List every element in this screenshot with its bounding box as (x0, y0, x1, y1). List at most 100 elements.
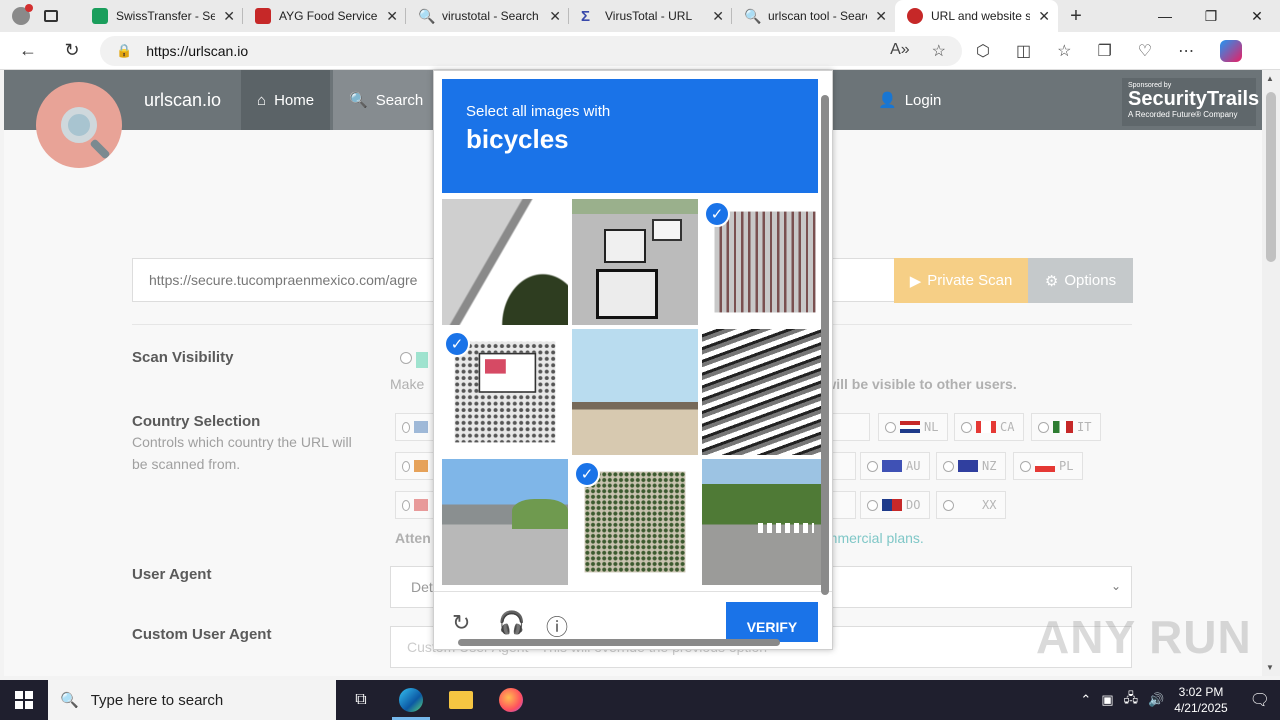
url-text[interactable]: https://urlscan.io (146, 43, 248, 59)
captcha-tile[interactable] (442, 459, 568, 585)
visibility-radio[interactable] (400, 351, 428, 369)
tab-urlscan[interactable]: URL and website sc ✕ (895, 0, 1058, 32)
headphones-icon[interactable]: 🎧 (498, 610, 525, 636)
options-button[interactable]: ⚙ Options (1028, 258, 1133, 303)
file-explorer-icon[interactable] (436, 680, 486, 720)
country-code: NZ (982, 459, 997, 473)
tab-urlscan-search[interactable]: 🔍 urlscan tool - Searc ✕ (732, 0, 895, 32)
favorite-star-icon[interactable]: ☆ (932, 41, 946, 61)
captcha-tile-selected[interactable] (584, 471, 686, 573)
captcha-tile[interactable] (442, 199, 568, 325)
captcha-tile[interactable] (702, 329, 828, 455)
checkmark-icon: ✓ (444, 331, 470, 357)
favorites-icon[interactable]: ☆ (1057, 41, 1071, 61)
url-bar[interactable]: 🔒 https://urlscan.io A» ☆ (100, 36, 962, 66)
country-option-ca[interactable]: CA (954, 413, 1024, 441)
captcha-grid: ✓ ✓ ✓ (442, 199, 828, 585)
close-icon[interactable]: ✕ (712, 8, 724, 25)
start-button[interactable] (0, 680, 48, 720)
country-option[interactable] (395, 491, 435, 519)
collections-icon[interactable]: ❐ (1097, 41, 1111, 61)
captcha-horizontal-scrollbar[interactable] (444, 637, 814, 647)
country-option-au[interactable]: AU (860, 452, 930, 480)
commercial-plans-link[interactable]: ommercial plans. (818, 530, 924, 546)
country-option-xx[interactable]: XX (936, 491, 1006, 519)
lock-icon[interactable]: 🔒 (116, 43, 132, 59)
scroll-thumb[interactable] (458, 639, 780, 646)
country-option-do[interactable]: DO (860, 491, 930, 519)
close-icon[interactable]: ✕ (549, 8, 561, 25)
options-label: Options (1064, 272, 1117, 289)
scroll-down-icon[interactable]: ▼ (1266, 663, 1274, 672)
notifications-icon[interactable]: 🗨 (1250, 690, 1270, 710)
verify-button[interactable]: VERIFY (726, 602, 818, 642)
close-window-button[interactable]: ✕ (1234, 0, 1280, 32)
scan-visibility-label: Scan Visibility (132, 349, 234, 366)
tab-actions-icon[interactable] (44, 10, 58, 22)
device-icon[interactable]: ▣ (1101, 692, 1113, 708)
securitytrails-sponsor-logo[interactable]: Sponsored by SecurityTrails A Recorded F… (1122, 78, 1259, 126)
captcha-tile-selected[interactable] (714, 211, 816, 313)
country-option-it[interactable]: IT (1031, 413, 1101, 441)
tab-bar-left (0, 0, 80, 32)
nav-login[interactable]: 👤 Login (862, 70, 957, 130)
page-scrollbar[interactable]: ▲ ▼ (1262, 70, 1280, 676)
close-icon[interactable]: ✕ (386, 8, 398, 25)
country-selection-label: Country Selection (132, 413, 261, 430)
private-scan-button[interactable]: ▶ Private Scan (894, 258, 1028, 303)
read-aloud-icon[interactable]: A» (890, 41, 910, 61)
captcha-tile[interactable] (572, 199, 698, 325)
captcha-scrollbar[interactable] (820, 75, 830, 635)
scroll-up-icon[interactable]: ▲ (1266, 74, 1274, 83)
chevron-up-icon[interactable]: ⌃ (1080, 692, 1091, 708)
task-view-icon[interactable]: ⧉ (336, 680, 386, 720)
swisstransfer-icon (92, 8, 108, 24)
refresh-icon[interactable]: ↻ (50, 40, 94, 61)
copilot-icon[interactable] (1220, 40, 1243, 62)
taskbar-search[interactable]: 🔍 Type here to search (48, 680, 336, 720)
network-icon[interactable]: 🖧 (1124, 689, 1139, 711)
tab-virustotal-search[interactable]: 🔍 virustotal - Search ✕ (406, 0, 569, 32)
custom-user-agent-label: Custom User Agent (132, 626, 272, 643)
tab-virustotal-url[interactable]: Σ VirusTotal - URL ✕ (569, 0, 732, 32)
country-option[interactable] (395, 413, 435, 441)
search-icon: 🔍 (744, 8, 762, 24)
captcha-tile[interactable] (572, 329, 698, 455)
profile-icon[interactable] (12, 4, 33, 25)
tab-label: VirusTotal - URL (605, 9, 693, 23)
back-icon[interactable]: ← (6, 40, 50, 61)
close-icon[interactable]: ✕ (1038, 8, 1050, 25)
reload-icon[interactable]: ↻ (452, 610, 470, 636)
play-icon: ▶ (909, 272, 922, 290)
minimize-button[interactable]: — (1142, 0, 1188, 32)
clock-date: 4/21/2025 (1174, 701, 1228, 715)
captcha-target: bicycles (466, 124, 569, 154)
nav-home[interactable]: ⌂ Home (241, 70, 331, 130)
tab-ayg-food[interactable]: AYG Food Services ✕ (243, 0, 406, 32)
brand-link[interactable]: urlscan.io (144, 90, 221, 111)
clock[interactable]: 3:02 PM 4/21/2025 (1174, 684, 1227, 716)
captcha-tile-selected[interactable] (454, 341, 556, 443)
urlscan-logo-icon[interactable] (36, 82, 122, 168)
captcha-tile[interactable] (702, 459, 828, 585)
performance-icon[interactable]: ♡ (1138, 41, 1152, 61)
scroll-thumb[interactable] (821, 95, 829, 595)
split-screen-icon[interactable]: ◫ (1016, 41, 1031, 61)
close-icon[interactable]: ✕ (875, 8, 887, 25)
country-option[interactable] (395, 452, 435, 480)
close-icon[interactable]: ✕ (223, 8, 235, 25)
edge-icon[interactable] (386, 680, 436, 720)
new-tab-button[interactable]: + (1058, 0, 1094, 32)
country-option-pl[interactable]: PL (1013, 452, 1083, 480)
country-option-nz[interactable]: NZ (936, 452, 1006, 480)
scroll-thumb[interactable] (1266, 92, 1276, 262)
firefox-icon[interactable] (486, 680, 536, 720)
user-icon: 👤 (878, 92, 897, 109)
country-option-nl[interactable]: NL (878, 413, 948, 441)
tab-swisstransfer[interactable]: SwissTransfer - Sen ✕ (80, 0, 243, 32)
maximize-button[interactable]: ❐ (1188, 0, 1234, 32)
volume-icon[interactable]: 🔊 (1148, 692, 1164, 708)
nav-search[interactable]: 🔍 Search (333, 70, 440, 130)
extensions-icon[interactable]: ⬡ (976, 41, 990, 61)
more-menu-icon[interactable]: ⋯ (1178, 41, 1194, 61)
